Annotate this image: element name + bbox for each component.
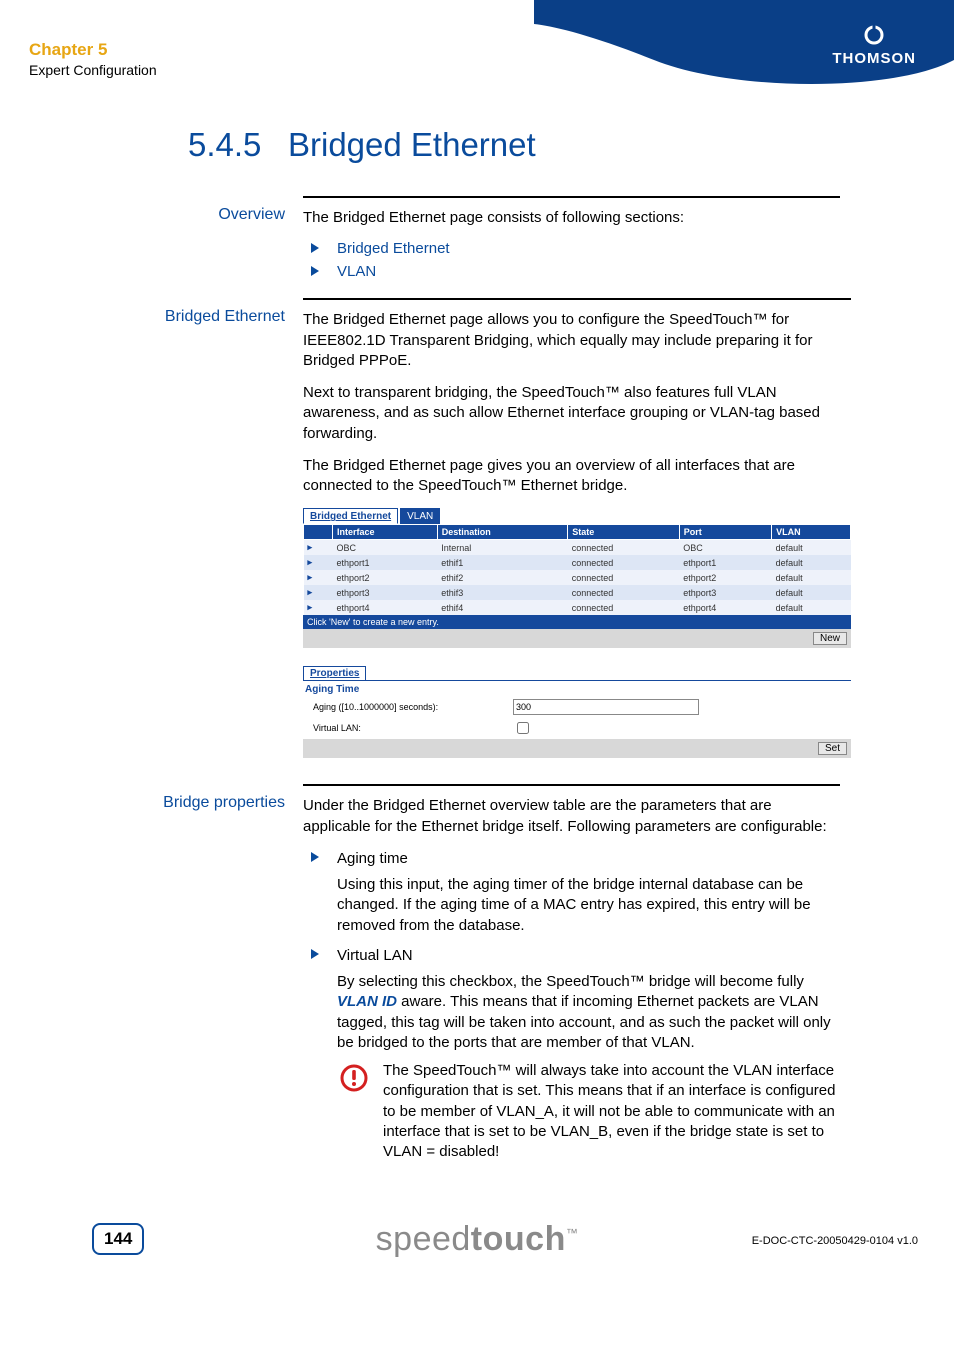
cell-port: OBC — [679, 540, 771, 556]
vlan-body-post: aware. This means that if incoming Ether… — [337, 993, 831, 1051]
aging-input[interactable] — [513, 699, 699, 715]
cell-vlan: default — [772, 540, 851, 556]
cell-vlan: default — [772, 555, 851, 570]
divider — [303, 196, 840, 198]
cell-state: connected — [568, 585, 680, 600]
logo-tm: ™ — [566, 1226, 579, 1240]
section-number: 5.4.5 — [188, 126, 261, 164]
aging-time-heading: Aging Time — [303, 680, 851, 697]
cell-destination: ethif2 — [437, 570, 568, 585]
bullet-triangle-icon — [311, 949, 319, 959]
divider — [303, 784, 840, 786]
divider — [303, 298, 851, 300]
overview-item[interactable]: VLAN — [337, 263, 376, 280]
logo-a: speed — [376, 1220, 471, 1258]
bridged-p3: The Bridged Ethernet page gives you an o… — [303, 456, 851, 497]
bullet-triangle-icon — [311, 266, 319, 276]
cell-port: ethport4 — [679, 600, 771, 615]
cell-destination: ethif3 — [437, 585, 568, 600]
col-destination: Destination — [437, 525, 568, 540]
cell-vlan: default — [772, 600, 851, 615]
prop-item-body-vlan: By selecting this checkbox, the SpeedTou… — [337, 972, 840, 1053]
tab-bridged-ethernet[interactable]: Bridged Ethernet — [303, 508, 398, 524]
cell-vlan: default — [772, 570, 851, 585]
cell-port: ethport3 — [679, 585, 771, 600]
properties-intro: Under the Bridged Ethernet overview tabl… — [303, 796, 840, 837]
row-arrow-icon: ▸ — [304, 585, 333, 600]
table-row[interactable]: ▸ethport3ethif3connectedethport3default — [304, 585, 851, 600]
table-row[interactable]: ▸ethport2ethif2connectedethport2default — [304, 570, 851, 585]
vlan-body-pre: By selecting this checkbox, the SpeedTou… — [337, 973, 804, 990]
virtual-lan-checkbox[interactable] — [517, 722, 529, 734]
overview-label: Overview — [130, 190, 303, 224]
bridge-properties-label: Bridge properties — [130, 778, 303, 812]
row-arrow-icon: ▸ — [304, 600, 333, 615]
col-state: State — [568, 525, 680, 540]
col-blank — [304, 525, 333, 540]
bridged-p2: Next to transparent bridging, the SpeedT… — [303, 383, 851, 444]
hint-bar: Click 'New' to create a new entry. — [303, 615, 851, 629]
col-interface: Interface — [333, 525, 438, 540]
chapter-label: Chapter 5 — [29, 40, 107, 60]
interface-table: Interface Destination State Port VLAN ▸O… — [303, 524, 851, 615]
section-title: Bridged Ethernet — [288, 126, 536, 164]
bridged-p1: The Bridged Ethernet page allows you to … — [303, 310, 851, 371]
warning-icon — [339, 1063, 369, 1093]
tab-vlan[interactable]: VLAN — [400, 508, 440, 524]
virtual-lan-label: Virtual LAN: — [305, 723, 513, 733]
cell-destination: Internal — [437, 540, 568, 556]
cell-port: ethport2 — [679, 570, 771, 585]
cell-destination: ethif4 — [437, 600, 568, 615]
cell-interface: OBC — [333, 540, 438, 556]
cell-interface: ethport3 — [333, 585, 438, 600]
prop-item-body: Using this input, the aging timer of the… — [337, 875, 840, 936]
overview-intro: The Bridged Ethernet page consists of fo… — [303, 208, 840, 228]
bullet-triangle-icon — [311, 852, 319, 862]
cell-state: connected — [568, 555, 680, 570]
chapter-subtitle: Expert Configuration — [29, 62, 157, 78]
row-arrow-icon: ▸ — [304, 555, 333, 570]
cell-state: connected — [568, 570, 680, 585]
prop-item-title: Aging time — [337, 849, 840, 869]
table-row[interactable]: ▸ethport1ethif1connectedethport1default — [304, 555, 851, 570]
vlan-id-term: VLAN ID — [337, 993, 397, 1010]
new-button[interactable]: New — [813, 632, 847, 645]
brand-text: THOMSON — [832, 50, 916, 67]
cell-port: ethport1 — [679, 555, 771, 570]
cell-state: connected — [568, 600, 680, 615]
table-row[interactable]: ▸OBCInternalconnectedOBCdefault — [304, 540, 851, 556]
warning-text: The SpeedTouch™ will always take into ac… — [383, 1061, 840, 1162]
cell-interface: ethport2 — [333, 570, 438, 585]
cell-destination: ethif1 — [437, 555, 568, 570]
bridged-ethernet-label: Bridged Ethernet — [130, 292, 303, 326]
overview-item[interactable]: Bridged Ethernet — [337, 240, 450, 257]
col-vlan: VLAN — [772, 525, 851, 540]
row-arrow-icon: ▸ — [304, 540, 333, 556]
set-button[interactable]: Set — [818, 742, 847, 755]
cell-interface: ethport4 — [333, 600, 438, 615]
cell-interface: ethport1 — [333, 555, 438, 570]
aging-label: Aging ([10..1000000] seconds): — [305, 702, 513, 712]
document-id: E-DOC-CTC-20050429-0104 v1.0 — [752, 1235, 918, 1247]
bullet-triangle-icon — [311, 243, 319, 253]
cell-vlan: default — [772, 585, 851, 600]
table-row[interactable]: ▸ethport4ethif4connectedethport4default — [304, 600, 851, 615]
bridged-ethernet-ui: Bridged Ethernet VLAN Interface Destinat… — [303, 508, 851, 758]
logo-b: touch — [471, 1220, 566, 1258]
prop-item-title: Virtual LAN — [337, 946, 840, 966]
tab-properties[interactable]: Properties — [303, 666, 366, 680]
col-port: Port — [679, 525, 771, 540]
cell-state: connected — [568, 540, 680, 556]
thomson-logo: THOMSON — [832, 24, 916, 67]
row-arrow-icon: ▸ — [304, 570, 333, 585]
